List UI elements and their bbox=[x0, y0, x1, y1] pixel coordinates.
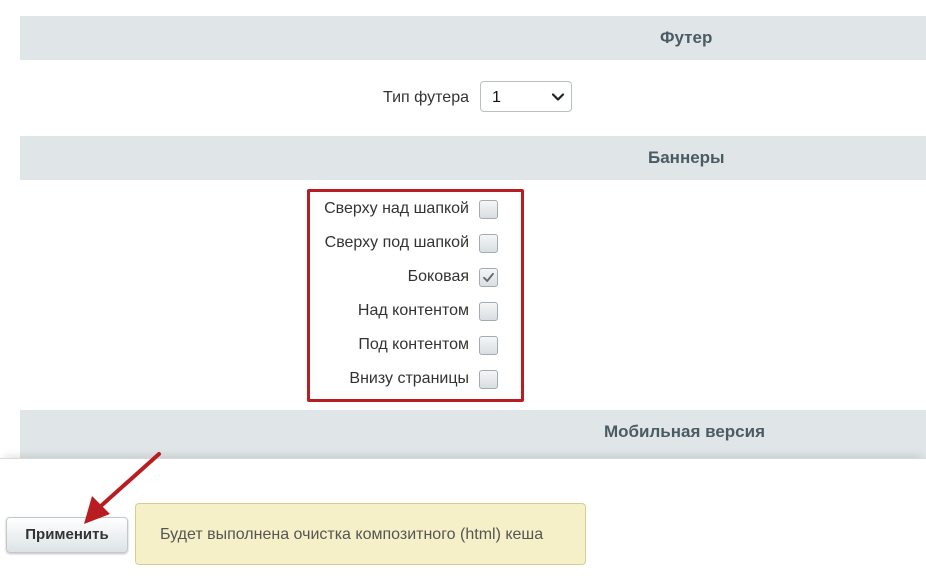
section-header-footer: Футер bbox=[20, 16, 926, 60]
cache-notice-text: Будет выполнена очистка композитного (ht… bbox=[160, 526, 544, 543]
cache-notice: Будет выполнена очистка композитного (ht… bbox=[135, 503, 586, 565]
apply-button[interactable]: Применить bbox=[6, 517, 128, 553]
section-title-mobile: Мобильная версия bbox=[604, 422, 766, 441]
highlight-box bbox=[307, 189, 524, 402]
section-title-footer: Футер bbox=[660, 28, 713, 47]
footer-type-select[interactable]: 1 bbox=[480, 81, 572, 112]
section-title-banners: Баннеры bbox=[648, 148, 725, 167]
footer-type-label: Тип футера bbox=[383, 89, 469, 106]
section-header-mobile: Мобильная версия bbox=[20, 410, 926, 458]
footer-type-value: 1 bbox=[492, 89, 501, 106]
chevron-down-icon bbox=[551, 93, 565, 101]
section-header-banners: Баннеры bbox=[20, 136, 926, 180]
